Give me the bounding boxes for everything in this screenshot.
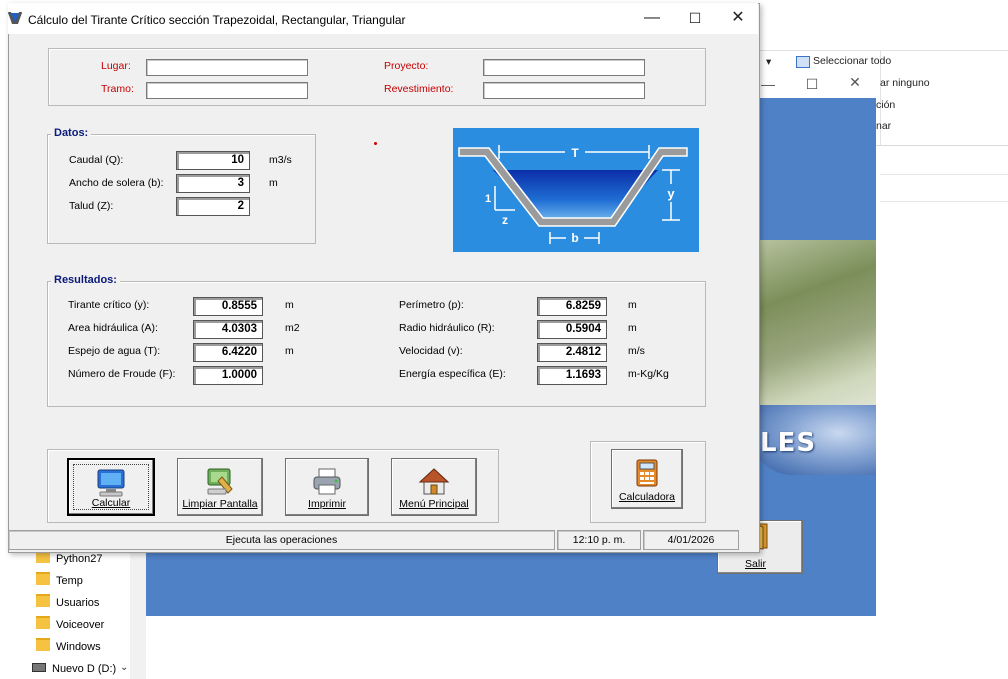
- tramo-input[interactable]: [146, 82, 308, 99]
- tree-item-drive[interactable]: Nuevo D (D:): [32, 660, 116, 678]
- calcular-label: Calcular: [91, 497, 131, 509]
- lugar-label: Lugar:: [101, 60, 131, 72]
- ribbon-dropdown-arrow[interactable]: ▾: [766, 56, 771, 68]
- tree-item[interactable]: Temp: [36, 572, 83, 590]
- imprimir-label: Imprimir: [308, 498, 346, 510]
- caudal-input[interactable]: 10: [176, 151, 250, 170]
- figure-label-one: 1: [485, 193, 491, 205]
- drive-icon: [32, 663, 46, 672]
- energia-output: 1.1693: [537, 366, 607, 385]
- calculadora-button[interactable]: Calculadora: [611, 449, 683, 509]
- revestimiento-label: Revestimiento:: [384, 83, 454, 95]
- menu-principal-button[interactable]: Menú Principal: [391, 458, 477, 516]
- energia-unit: m-Kg/Kg: [628, 368, 669, 380]
- close-button[interactable]: ✕: [726, 6, 750, 30]
- limpiar-pantalla-label: Limpiar Pantalla: [182, 498, 258, 510]
- radio-label: Radio hidráulico (R):: [399, 322, 495, 334]
- perimetro-label: Perímetro (p):: [399, 299, 464, 311]
- area-unit: m2: [285, 322, 300, 334]
- tree-item[interactable]: Windows: [36, 638, 101, 656]
- perimetro-unit: m: [628, 299, 637, 311]
- ribbon-selection-group: nar: [876, 120, 892, 132]
- perimetro-output: 6.8259: [537, 297, 607, 316]
- status-time: 12:10 p. m.: [557, 530, 641, 550]
- status-message: Ejecuta las operaciones: [8, 530, 555, 550]
- figure-label-z: z: [502, 213, 508, 227]
- limpiar-pantalla-button[interactable]: Limpiar Pantalla: [177, 458, 263, 516]
- solera-input[interactable]: 3: [176, 174, 250, 193]
- trapezoidal-channel-diagram: T y 1 z b: [453, 128, 699, 252]
- caudal-unit: m3/s: [269, 154, 292, 166]
- app-channel-icon: [8, 12, 22, 24]
- area-output: 4.0303: [193, 320, 263, 339]
- radio-unit: m: [628, 322, 637, 334]
- espejo-unit: m: [285, 345, 294, 357]
- lugar-input[interactable]: [146, 59, 308, 76]
- froude-output: 1.0000: [193, 366, 263, 385]
- landscape-image: [752, 240, 876, 430]
- ribbon-invert-selection[interactable]: ción: [876, 99, 895, 111]
- velocidad-label: Velocidad (v):: [399, 345, 463, 357]
- salir-label: Salir: [745, 558, 767, 570]
- ribbon-select-none[interactable]: ar ninguno: [880, 77, 930, 89]
- folder-icon: [36, 616, 50, 629]
- menu-app-minimize-button[interactable]: —: [758, 76, 778, 92]
- tree-item[interactable]: Usuarios: [36, 594, 99, 612]
- calculator-icon: [636, 459, 658, 487]
- talud-label: Talud (Z):: [69, 200, 114, 212]
- tirante-output: 0.8555: [193, 297, 263, 316]
- velocidad-output: 2.4812: [537, 343, 607, 362]
- resultados-title: Resultados:: [51, 274, 120, 286]
- home-icon: [418, 468, 450, 495]
- computer-icon: [97, 469, 125, 497]
- menu-app-maximize-button[interactable]: ☐: [802, 76, 822, 93]
- figure-label-y: y: [667, 186, 675, 201]
- printer-icon: [313, 468, 341, 495]
- tramo-label: Tramo:: [101, 83, 134, 95]
- datos-title: Datos:: [51, 127, 92, 139]
- energia-label: Energía específica (E):: [399, 368, 506, 380]
- maximize-button[interactable]: ☐: [683, 6, 707, 30]
- select-all-icon: [796, 56, 810, 68]
- chevron-down-icon[interactable]: ⌄: [120, 662, 128, 673]
- figure-label-b: b: [571, 231, 578, 245]
- radio-output: 0.5904: [537, 320, 607, 339]
- talud-input[interactable]: 2: [176, 197, 250, 216]
- espejo-label: Espejo de agua (T):: [68, 345, 161, 357]
- calcular-button[interactable]: Calcular: [67, 458, 155, 516]
- tirante-label: Tirante crítico (y):: [68, 299, 150, 311]
- app-logo-text: LES: [760, 428, 817, 458]
- revestimiento-input[interactable]: [483, 82, 645, 99]
- status-date: 4/01/2026: [643, 530, 739, 550]
- proyecto-label: Proyecto:: [384, 60, 429, 72]
- area-label: Area hidráulica (A):: [68, 322, 158, 334]
- calculadora-label: Calculadora: [618, 491, 676, 503]
- caudal-label: Caudal (Q):: [69, 154, 124, 166]
- tirante-unit: m: [285, 299, 294, 311]
- red-marker: [374, 142, 377, 145]
- solera-unit: m: [269, 177, 278, 189]
- tree-scrollbar[interactable]: [130, 548, 146, 679]
- velocidad-unit: m/s: [628, 345, 645, 357]
- menu-principal-label: Menú Principal: [399, 498, 469, 510]
- proyecto-input[interactable]: [483, 59, 645, 76]
- figure-label-T: T: [571, 146, 579, 160]
- imprimir-button[interactable]: Imprimir: [285, 458, 369, 516]
- solera-label: Ancho de solera (b):: [69, 177, 164, 189]
- froude-label: Número de Froude (F):: [68, 368, 176, 380]
- folder-icon: [36, 594, 50, 607]
- folder-icon: [36, 572, 50, 585]
- tree-item[interactable]: Voiceover: [36, 616, 104, 634]
- clear-screen-icon: [207, 468, 233, 495]
- explorer-address-area: [880, 174, 1008, 202]
- folder-icon: [36, 638, 50, 651]
- ribbon-select-all[interactable]: Seleccionar todo: [813, 55, 891, 67]
- minimize-button[interactable]: —: [640, 6, 664, 30]
- window-title: Cálculo del Tirante Crítico sección Trap…: [28, 13, 406, 27]
- espejo-output: 6.4220: [193, 343, 263, 362]
- menu-app-close-button[interactable]: ✕: [845, 74, 865, 91]
